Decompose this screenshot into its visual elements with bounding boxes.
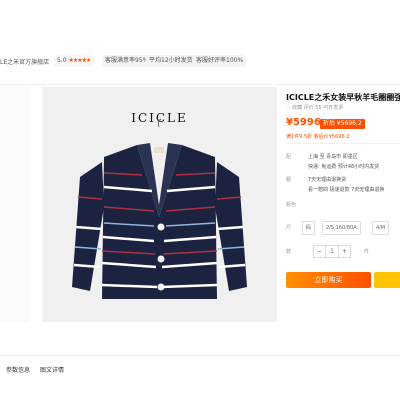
- thumbnail-strip[interactable]: [0, 87, 30, 322]
- size-option[interactable]: 2/S 160/80A: [322, 221, 361, 235]
- badge-service: 客服满意率95%: [102, 55, 152, 67]
- rating-value: 5.0: [57, 57, 67, 64]
- size-option[interactable]: 4/M: [372, 221, 390, 235]
- stock-text: 件: [364, 249, 370, 255]
- price: ¥5996: [286, 117, 321, 128]
- product-title: ICICLE之禾女装早秋羊毛圈圈强: [286, 93, 400, 102]
- quantity-value[interactable]: 1: [325, 246, 339, 257]
- shop-info-bar: LE之禾官方旗舰店 5.0 ★★★★★ 客服满意率95% 平均12小时发货 客服…: [0, 52, 400, 72]
- field-value: 看一赔四 极速退款 7天无理由退换: [308, 187, 385, 193]
- field-value: 7天无理由退换货: [308, 177, 347, 183]
- field-value: 快递: 免运费 预计48小时内发货: [308, 164, 380, 170]
- quantity-label: 数: [286, 249, 292, 255]
- promo-text[interactable]: 满1件9.5折 券后价¥5696.2: [286, 133, 349, 140]
- product-image[interactable]: ICICLE: [42, 87, 277, 322]
- tab-details[interactable]: 图文详情: [40, 365, 64, 374]
- size-selector: 尺 码 2/S 160/80A 4/M: [286, 221, 400, 235]
- top-bar: [0, 0, 400, 40]
- quantity-stepper: − 1 +: [313, 245, 351, 258]
- minus-icon[interactable]: −: [314, 246, 325, 257]
- product-stats: ♡ 收藏 评价 55 可开发票: [286, 105, 344, 111]
- buy-now-button[interactable]: 立即购买: [286, 272, 371, 288]
- badge-shipping: 平均12小时发货: [146, 55, 196, 67]
- store-name[interactable]: LE之禾官方旗舰店: [0, 57, 49, 66]
- guarantee-field: 看一赔四 极速退款 7天无理由退换: [286, 186, 384, 193]
- shipping-field: 快递: 免运费 预计48小时内发货: [286, 163, 379, 170]
- divider: [0, 355, 400, 356]
- rating-stars-icon: ★★★★★: [68, 57, 91, 64]
- color-field: 颜色: [286, 201, 308, 208]
- badge-review: 客服好评率100%: [193, 55, 247, 67]
- field-label: 服: [286, 177, 292, 183]
- detail-tabs: 参数信息 图文详情: [0, 363, 400, 377]
- field-label: 配: [286, 154, 292, 160]
- discount-badge: 折后 ¥5696.2: [320, 119, 365, 129]
- add-to-cart-button[interactable]: [374, 272, 400, 288]
- tab-params[interactable]: 参数信息: [6, 365, 30, 374]
- service-field: 服 7天无理由退换货: [286, 176, 346, 183]
- divider: [286, 143, 400, 144]
- quantity-row: 数 − 1 + 件: [286, 245, 400, 258]
- cardigan-illustration: [72, 118, 247, 299]
- size-option[interactable]: 码: [302, 221, 316, 235]
- plus-icon[interactable]: +: [339, 246, 350, 257]
- divider: [0, 84, 400, 85]
- price-row: ¥5996 折后 ¥5696.2: [286, 117, 400, 131]
- field-label: 颜色: [286, 202, 297, 208]
- delivery-field: 配 上海 至 青岛市 即墨区: [286, 153, 358, 160]
- rating-badge: 5.0 ★★★★★: [54, 55, 94, 67]
- field-value[interactable]: 上海 至 青岛市 即墨区: [308, 154, 358, 160]
- size-label: 尺: [286, 225, 292, 231]
